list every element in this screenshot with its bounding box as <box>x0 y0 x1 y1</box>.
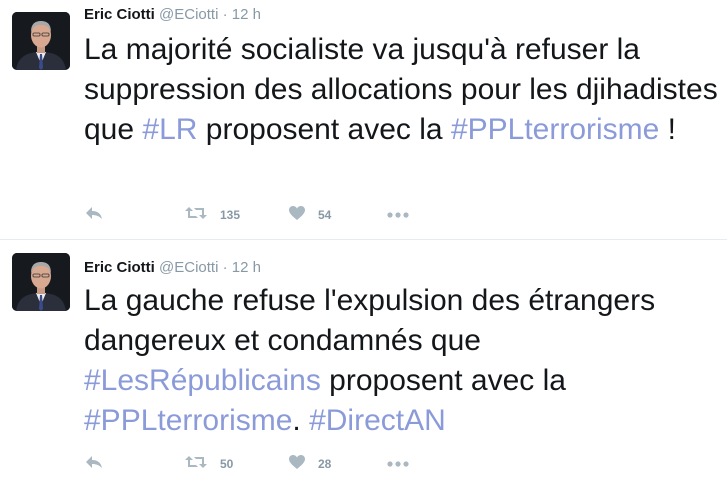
reply-icon <box>84 454 104 475</box>
tweet-text: La gauche refuse l'expulsion des étrange… <box>84 281 724 441</box>
avatar[interactable] <box>12 253 70 311</box>
reply-button[interactable] <box>84 205 104 225</box>
reply-icon <box>84 205 104 226</box>
text-segment: proposent avec la <box>197 113 451 146</box>
text-segment: ! <box>659 113 677 146</box>
more-button[interactable] <box>387 454 409 474</box>
retweet-count: 50 <box>220 457 234 471</box>
text-segment: La gauche refuse l'expulsion des étrange… <box>84 284 656 357</box>
tweet-header: Eric Ciotti @ECiotti · 12 h <box>84 6 261 24</box>
avatar[interactable] <box>12 12 70 70</box>
hashtag-link[interactable]: #DirectAN <box>309 404 446 437</box>
more-button[interactable] <box>387 205 409 225</box>
author-name[interactable]: Eric Ciotti <box>84 6 155 23</box>
retweet-button[interactable]: 50 <box>184 454 233 474</box>
heart-icon <box>288 205 306 226</box>
tweet[interactable]: Eric Ciotti @ECiotti · 12 h La gauche re… <box>0 239 727 479</box>
text-segment: proposent avec la <box>320 364 566 397</box>
heart-icon <box>288 454 306 475</box>
retweet-icon <box>184 454 208 475</box>
author-name[interactable]: Eric Ciotti <box>84 259 155 276</box>
hashtag-link[interactable]: #PPLterrorisme <box>451 113 659 146</box>
timestamp[interactable]: 12 h <box>232 6 261 23</box>
hashtag-link[interactable]: #LR <box>142 113 197 146</box>
author-handle[interactable]: @ECiotti <box>159 6 218 23</box>
like-count: 54 <box>318 208 332 222</box>
more-icon <box>387 455 409 473</box>
like-button[interactable]: 54 <box>288 205 331 225</box>
hashtag-link[interactable]: #LesRépublicains <box>84 364 321 397</box>
like-button[interactable]: 28 <box>288 454 331 474</box>
separator: · <box>222 6 228 23</box>
reply-button[interactable] <box>84 454 104 474</box>
retweet-button[interactable]: 135 <box>184 205 240 225</box>
tweet[interactable]: Eric Ciotti @ECiotti · 12 h La majorité … <box>0 0 727 239</box>
more-icon <box>387 206 409 224</box>
like-count: 28 <box>318 457 332 471</box>
author-handle[interactable]: @ECiotti <box>159 259 218 276</box>
hashtag-link[interactable]: #PPLterrorisme <box>84 404 292 437</box>
timestamp[interactable]: 12 h <box>232 259 261 276</box>
retweet-icon <box>184 205 208 226</box>
tweet-text: La majorité socialiste va jusqu'à refuse… <box>84 30 724 150</box>
retweet-count: 135 <box>220 208 241 222</box>
tweet-header: Eric Ciotti @ECiotti · 12 h <box>84 259 261 277</box>
text-segment: . <box>292 404 310 437</box>
separator: · <box>222 259 228 276</box>
